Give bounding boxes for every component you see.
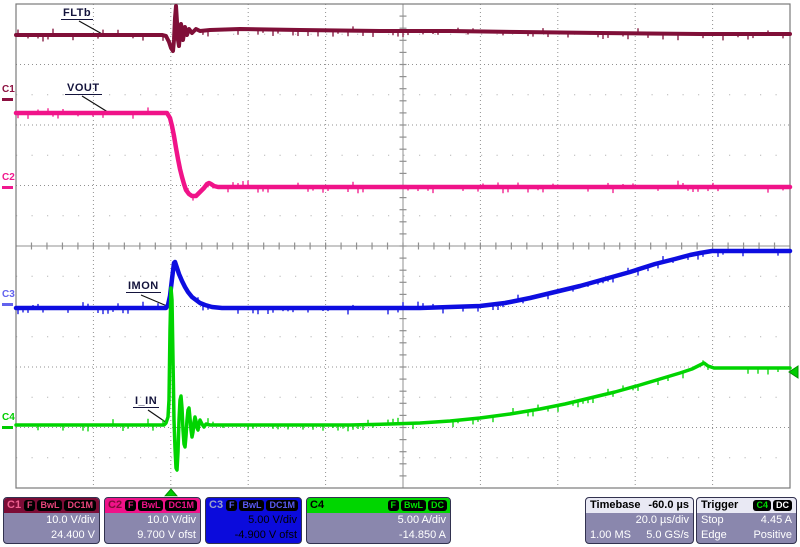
- callout-line: [78, 20, 105, 36]
- trigger-level: 4.45 A: [760, 514, 792, 526]
- c4-offset-tick: [2, 426, 13, 429]
- trace-label-iin: I_IN: [133, 395, 160, 408]
- waveform-display: [13, 3, 799, 497]
- c1-badge-coupling: DC1M: [64, 500, 96, 511]
- timebase-delay: -60.0 µs: [648, 499, 689, 511]
- c3-badge-coupling: DC1M: [266, 500, 298, 511]
- c2-scale: 10.0 V/div: [147, 514, 196, 526]
- channel-marker-c4[interactable]: C4: [2, 413, 15, 429]
- callout-line: [147, 409, 168, 424]
- channel-descriptor-c3[interactable]: C3 F BwL DC1M 5.00 V/div -4.900 V ofst: [205, 497, 302, 544]
- trigger-title: Trigger: [701, 499, 739, 511]
- timebase-descriptor[interactable]: Timebase -60.0 µs 20.0 µs/div 1.00 MS 5.…: [585, 497, 694, 544]
- trigger-mode: Stop: [701, 514, 724, 526]
- channel-marker-c2[interactable]: C2: [2, 173, 15, 189]
- channel-descriptor-c2[interactable]: C2 F BwL DC1M 10.0 V/div 9.700 V ofst: [104, 497, 201, 544]
- trigger-type: Edge: [701, 529, 727, 541]
- c2-offset-tick: [2, 186, 13, 189]
- trigger-descriptor[interactable]: Trigger C4 DC Stop 4.45 A Edge Positive: [696, 497, 797, 544]
- trigger-time-marker[interactable]: [163, 488, 179, 497]
- channel-marker-c1[interactable]: C1: [2, 85, 15, 101]
- callout-line: [140, 294, 168, 307]
- c2-title: C2: [108, 499, 123, 511]
- c3-badge-filter: F: [225, 500, 238, 511]
- c3-title: C3: [209, 499, 224, 511]
- oscilloscope-screen: FLTb VOUT IMON I_IN C1 C2 C3 C4 C1 F BwL…: [0, 0, 800, 547]
- c4-badge-bwl: BwL: [401, 500, 426, 511]
- c1-title: C1: [7, 499, 22, 511]
- c2-offset: 9.700 V ofst: [137, 529, 196, 541]
- trigger-slope: Positive: [753, 529, 792, 541]
- timebase-samplerate: 5.0 GS/s: [646, 529, 689, 541]
- trigger-source-badge: C4: [753, 500, 771, 511]
- timebase-samples: 1.00 MS: [590, 529, 631, 541]
- c4-scale: 5.00 A/div: [397, 514, 446, 526]
- c4-title: C4: [310, 499, 325, 511]
- c1-badge-bwl: BwL: [37, 500, 63, 511]
- c3-badge-bwl: BwL: [239, 500, 265, 511]
- c4-badge-filter: F: [387, 500, 399, 511]
- timebase-scale: 20.0 µs/div: [635, 514, 689, 526]
- c3-offset: -4.900 V ofst: [234, 529, 297, 541]
- c2-badge-coupling: DC1M: [165, 500, 197, 511]
- trigger-coupling-badge: DC: [773, 500, 792, 511]
- c3-offset-tick: [2, 303, 13, 306]
- channel-descriptor-c1[interactable]: C1 F BwL DC1M 10.0 V/div 24.400 V: [3, 497, 100, 544]
- c1-offset: 24.400 V: [50, 529, 95, 541]
- c1-badge-filter: F: [23, 500, 36, 511]
- c4-badge-coupling: DC: [428, 500, 447, 511]
- c2-badge-bwl: BwL: [138, 500, 164, 511]
- trace-label-vout: VOUT: [65, 82, 102, 95]
- timebase-title: Timebase: [590, 499, 641, 511]
- trace-label-fltb: FLTb: [61, 7, 94, 20]
- c3-scale: 5.00 V/div: [248, 514, 297, 526]
- c1-offset-tick: [2, 98, 13, 101]
- channel-descriptor-c4[interactable]: C4 F BwL DC 5.00 A/div -14.850 A: [306, 497, 451, 544]
- c2-badge-filter: F: [124, 500, 137, 511]
- trace-label-imon: IMON: [126, 280, 161, 293]
- c4-offset: -14.850 A: [398, 529, 446, 541]
- channel-marker-c3[interactable]: C3: [2, 290, 15, 306]
- c1-scale: 10.0 V/div: [46, 514, 95, 526]
